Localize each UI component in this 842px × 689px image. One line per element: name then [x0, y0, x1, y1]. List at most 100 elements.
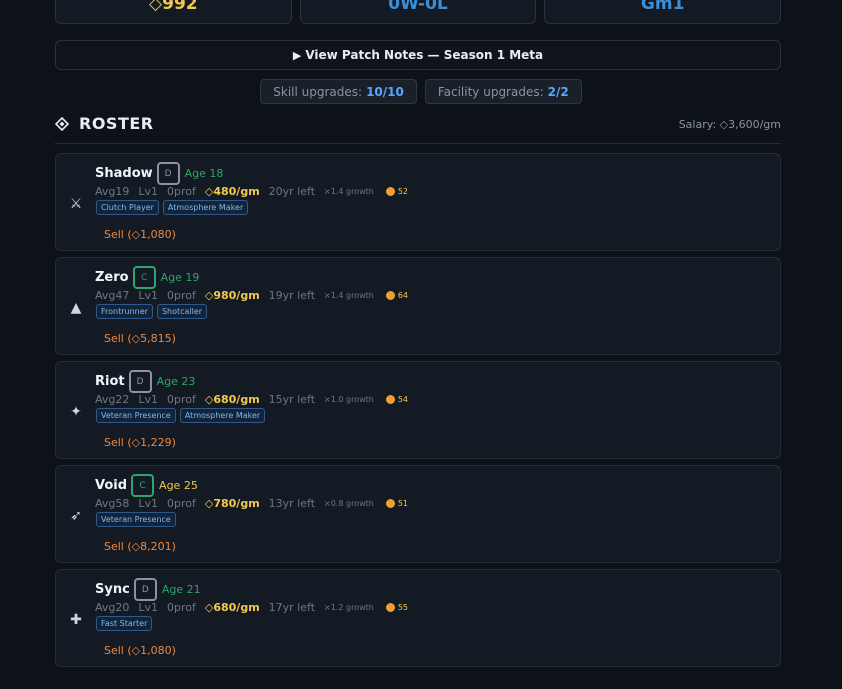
player-growth: ×1.4 growth — [324, 187, 374, 196]
player-traits: Clutch Player Atmosphere Maker — [96, 200, 249, 215]
player-mood: 54 — [385, 395, 417, 404]
player-avg: Avg47 — [95, 289, 130, 302]
player-wage: ◇480/gm — [204, 185, 260, 198]
player-stats: Avg20 Lv1 0prof ◇680/gm 17yr left ×1.2 g… — [95, 601, 426, 614]
player-contract: 20yr left — [268, 185, 316, 198]
trait-tag: Atmosphere Maker — [162, 200, 249, 215]
top-stats: ◇992 0W-0L Gm1 — [55, 0, 782, 24]
stat-currency: ◇992 — [55, 0, 292, 24]
trait-tag: Veteran Presence — [96, 408, 176, 423]
roster-title: ROSTER — [55, 114, 154, 133]
player-prof: 0prof — [167, 601, 196, 614]
player-name: Shadow — [95, 166, 153, 181]
player-traits: Fast Starter — [96, 616, 153, 631]
player-name: Sync — [95, 582, 130, 597]
trait-tag: Veteran Presence — [96, 512, 176, 527]
grade-badge: D — [156, 162, 180, 185]
player-level: Lv1 — [138, 289, 159, 302]
trait-tag: Clutch Player — [96, 200, 159, 215]
crossed-swords-icon: ⚔ — [69, 196, 83, 212]
player-age: Age 23 — [156, 375, 196, 388]
player-mood: 64 — [385, 291, 417, 300]
mood-face-icon — [385, 499, 395, 508]
player-wage: ◇680/gm — [204, 601, 260, 614]
play-triangle-icon: ▶ — [292, 48, 302, 62]
sell-player-button[interactable]: Sell (◇1,229) — [104, 436, 176, 449]
trait-tag: Atmosphere Maker — [179, 408, 266, 423]
diamond-icon — [55, 116, 69, 131]
player-traits: Frontrunner Shotcaller — [96, 304, 208, 319]
player-mood: 51 — [385, 499, 417, 508]
sell-player-button[interactable]: Sell (◇8,201) — [104, 540, 176, 553]
grade-badge: D — [128, 370, 152, 393]
player-wage: ◇680/gm — [204, 393, 260, 406]
player-card: ✚ Sync D Age 21 Avg20 Lv1 0prof ◇680/gm … — [55, 569, 781, 667]
player-age: Age 19 — [160, 271, 200, 284]
mood-face-icon — [385, 187, 395, 196]
facility-upgrades-badge: Facility upgrades: 2/2 — [424, 79, 582, 104]
player-prof: 0prof — [167, 497, 196, 510]
player-mood: 52 — [385, 187, 417, 196]
sell-player-button[interactable]: Sell (◇5,815) — [104, 332, 176, 345]
player-wage: ◇780/gm — [204, 497, 260, 510]
player-prof: 0prof — [167, 289, 196, 302]
player-growth: ×0.8 growth — [324, 499, 374, 508]
player-card: ➶ Void C Age 25 Avg58 Lv1 0prof ◇780/gm … — [55, 465, 781, 563]
upgrades-bar: Skill upgrades: 10/10 Facility upgrades: 2… — [0, 79, 842, 104]
player-avg: Avg19 — [95, 185, 130, 198]
player-card: ✦ Riot D Age 23 Avg22 Lv1 0prof ◇680/gm … — [55, 361, 781, 459]
skill-upgrades-badge: Skill upgrades: 10/10 — [260, 79, 417, 104]
trait-tag: Shotcaller — [156, 304, 208, 319]
trait-tag: Frontrunner — [96, 304, 153, 319]
player-prof: 0prof — [167, 393, 196, 406]
player-name: Zero — [95, 270, 129, 285]
mood-face-icon — [385, 603, 395, 612]
player-growth: ×1.4 growth — [324, 291, 374, 300]
player-avg: Avg20 — [95, 601, 130, 614]
sparkle-icon: ✦ — [70, 404, 82, 420]
salary-total: Salary: ◇3,600/gm — [678, 118, 781, 131]
sell-player-button[interactable]: Sell (◇1,080) — [104, 228, 176, 241]
stat-game: Gm1 — [544, 0, 782, 24]
player-stats: Avg47 Lv1 0prof ◇980/gm 19yr left ×1.4 g… — [95, 289, 426, 302]
player-growth: ×1.2 growth — [324, 603, 374, 612]
player-level: Lv1 — [138, 497, 159, 510]
player-name: Void — [95, 478, 128, 493]
grade-badge: C — [132, 266, 156, 289]
player-stats: Avg22 Lv1 0prof ◇680/gm 15yr left ×1.0 g… — [95, 393, 426, 406]
player-avg: Avg58 — [95, 497, 130, 510]
player-contract: 15yr left — [268, 393, 316, 406]
player-growth: ×1.0 growth — [324, 395, 374, 404]
player-card: ▲ Zero C Age 19 Avg47 Lv1 0prof ◇980/gm … — [55, 257, 781, 355]
player-card: ⚔ Shadow D Age 18 Avg19 Lv1 0prof ◇480/g… — [55, 153, 781, 251]
player-prof: 0prof — [167, 185, 196, 198]
player-traits: Veteran Presence Atmosphere Maker — [96, 408, 266, 423]
player-age: Age 25 — [159, 479, 198, 492]
roster-list: ⚔ Shadow D Age 18 Avg19 Lv1 0prof ◇480/g… — [55, 153, 781, 673]
stat-record: 0W-0L — [299, 0, 537, 24]
player-wage: ◇980/gm — [204, 289, 260, 302]
grade-badge: C — [131, 474, 155, 497]
player-contract: 17yr left — [268, 601, 316, 614]
arrow-icon: ➶ — [70, 508, 82, 524]
player-avg: Avg22 — [95, 393, 130, 406]
patch-notes-label: View Patch Notes — Season 1 Meta — [305, 48, 544, 62]
mood-face-icon — [385, 395, 395, 404]
view-patch-notes-button[interactable]: ▶ View Patch Notes — Season 1 Meta — [55, 40, 781, 70]
roster-header: ROSTER Salary: ◇3,600/gm — [55, 114, 781, 144]
player-level: Lv1 — [138, 601, 159, 614]
medic-cross-icon: ✚ — [70, 612, 82, 628]
player-contract: 13yr left — [268, 497, 316, 510]
player-contract: 19yr left — [268, 289, 316, 302]
player-level: Lv1 — [138, 185, 159, 198]
player-traits: Veteran Presence — [96, 512, 176, 527]
player-stats: Avg58 Lv1 0prof ◇780/gm 13yr left ×0.8 g… — [95, 497, 426, 510]
player-age: Age 18 — [184, 167, 224, 180]
mood-face-icon — [385, 291, 395, 300]
player-stats: Avg19 Lv1 0prof ◇480/gm 20yr left ×1.4 g… — [95, 185, 426, 198]
player-age: Age 21 — [161, 583, 201, 596]
player-name: Riot — [95, 374, 125, 389]
grade-badge: D — [133, 578, 157, 601]
tree-icon: ▲ — [70, 300, 82, 316]
sell-player-button[interactable]: Sell (◇1,080) — [104, 644, 176, 657]
